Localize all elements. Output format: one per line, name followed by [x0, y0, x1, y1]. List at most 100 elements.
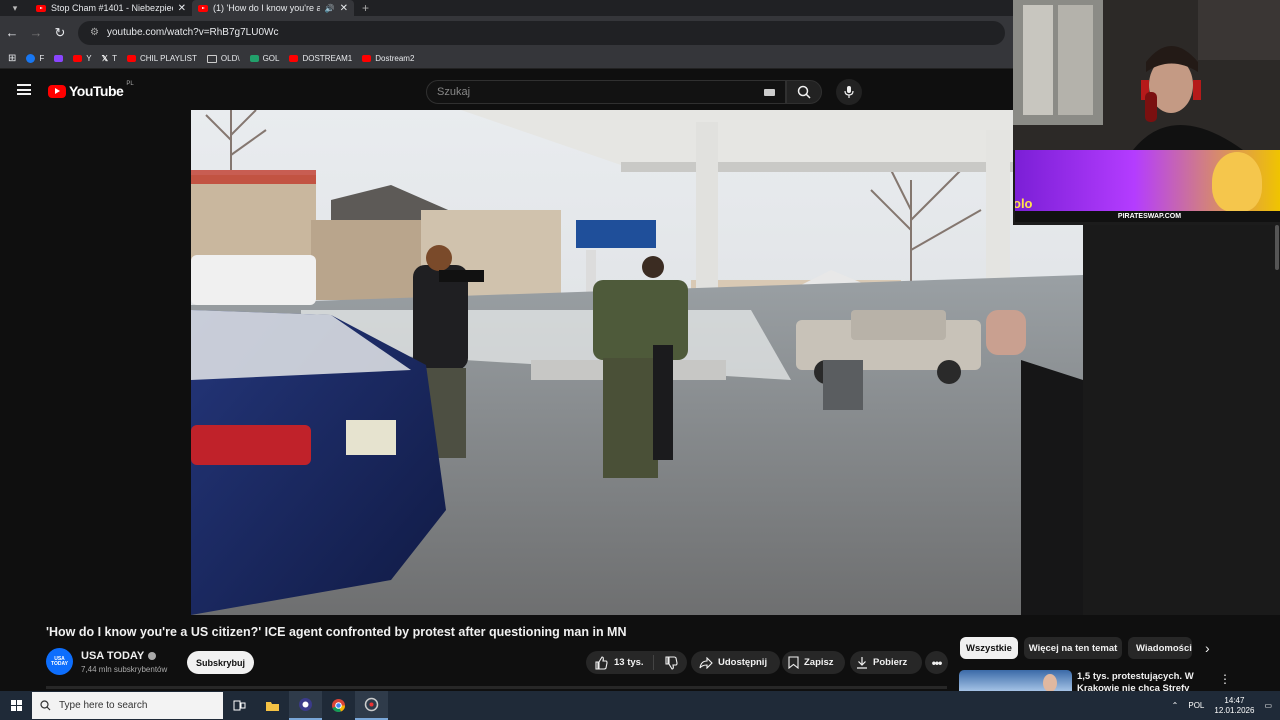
- close-tab-icon[interactable]: ✕: [340, 3, 348, 14]
- taskbar-search-box[interactable]: Type here to search: [32, 692, 223, 719]
- channel-name[interactable]: USA TODAY: [81, 650, 157, 662]
- address-bar[interactable]: ⚙ youtube.com/watch?v=RhB7g7LU0Wc: [78, 20, 1005, 45]
- subscribe-button[interactable]: Subskrybuj: [187, 651, 254, 674]
- youtube-favicon-icon: [198, 4, 208, 12]
- browser-tab-1[interactable]: Stop Cham #1401 - Niebezpiecz ✕: [30, 0, 192, 16]
- browser-toolbar: ← → ↻ ⚙ youtube.com/watch?v=RhB7g7LU0Wc: [0, 16, 1013, 49]
- like-button[interactable]: 13 tys.: [586, 655, 654, 670]
- site-info-icon[interactable]: ⚙: [90, 27, 99, 38]
- forward-button[interactable]: →: [24, 25, 48, 40]
- language-indicator[interactable]: POL: [1188, 701, 1204, 710]
- chrome-icon[interactable]: [322, 691, 355, 720]
- bookmarks-bar: ⊞ F Y 𝕏T CHIL PLAYLIST OLD\ GOL DOSTREAM…: [0, 49, 1013, 69]
- download-icon: [857, 657, 867, 669]
- search-input[interactable]: Szukaj: [426, 80, 786, 104]
- webcam-image: [1013, 0, 1280, 150]
- clock[interactable]: 14:47 12.01.2026: [1214, 696, 1254, 716]
- share-arrow-icon: [699, 656, 713, 669]
- bookmark-chil-playlist[interactable]: CHIL PLAYLIST: [126, 54, 197, 63]
- folder-icon: [206, 54, 217, 63]
- thumbnail-face-image: [1043, 674, 1057, 692]
- chevron-right-icon[interactable]: ›: [1205, 640, 1210, 656]
- bookmark-f[interactable]: F: [26, 54, 44, 63]
- tab-search-chevron-icon[interactable]: ▾: [0, 0, 30, 16]
- save-button[interactable]: Zapisz: [782, 651, 845, 674]
- chip-all[interactable]: Wszystkie: [960, 637, 1018, 659]
- share-button[interactable]: Udostępnij: [691, 651, 780, 674]
- tab-title: Stop Cham #1401 - Niebezpiecz: [51, 3, 173, 13]
- chip-more-on-topic[interactable]: Więcej na ten temat: [1024, 637, 1122, 659]
- youtube-logo[interactable]: YouTube PL: [48, 81, 134, 99]
- youtube-icon: [289, 55, 299, 62]
- youtube-icon: [362, 55, 372, 62]
- bookmark-gol[interactable]: GOL: [249, 54, 279, 63]
- youtube-favicon-icon: [36, 4, 46, 12]
- start-button[interactable]: [0, 700, 32, 711]
- windows-logo-icon: [10, 700, 22, 711]
- g-icon: [249, 55, 259, 62]
- windows-taskbar: Type here to search ⌃ POL 14:47 12.01.20…: [0, 691, 1280, 720]
- url-text: youtube.com/watch?v=RhB7g7LU0Wc: [106, 27, 279, 38]
- video-title: 'How do I know you're a US citizen?' ICE…: [46, 625, 627, 639]
- video-player[interactable]: [191, 110, 1083, 615]
- suggestion-title[interactable]: 1,5 tys. protestujących. W Krakowie nie …: [1077, 671, 1195, 693]
- thumbs-down-icon: [664, 655, 678, 670]
- suggestion-thumbnail[interactable]: [959, 670, 1072, 692]
- bookmark-dostream2[interactable]: Dostream2: [362, 54, 414, 63]
- sponsor-banner: olo PIRATESWAP.COM: [1015, 150, 1280, 222]
- system-tray: ⌃ POL 14:47 12.01.2026 ▭: [1172, 691, 1280, 720]
- new-tab-button[interactable]: +: [354, 0, 377, 16]
- obs-taskbar-icon[interactable]: [289, 691, 322, 720]
- dislike-button[interactable]: [654, 655, 687, 670]
- keyboard-icon[interactable]: [764, 89, 775, 96]
- more-vertical-icon[interactable]: ⋮: [1219, 672, 1231, 686]
- page-scrollbar[interactable]: [1275, 225, 1279, 270]
- youtube-icon: [73, 55, 83, 62]
- chip-news[interactable]: Wiadomości: [1128, 637, 1192, 659]
- search-icon: [797, 85, 811, 99]
- close-tab-icon[interactable]: ✕: [178, 3, 186, 14]
- thumbs-up-icon: [595, 655, 608, 670]
- microphone-icon: [844, 86, 854, 98]
- channel-avatar[interactable]: USA TODAY: [46, 648, 73, 675]
- streaming-app-icon[interactable]: [355, 691, 388, 720]
- sponsor-url-bar: PIRATESWAP.COM: [1015, 211, 1280, 222]
- bookmark-t[interactable]: 𝕏T: [102, 54, 117, 63]
- apps-icon[interactable]: ⊞: [8, 53, 16, 64]
- browser-tab-strip: ▾ Stop Cham #1401 - Niebezpiecz ✕ (1) 'H…: [0, 0, 1013, 16]
- voice-search-button[interactable]: [836, 79, 862, 105]
- youtube-icon: [126, 55, 136, 62]
- like-dislike-group: 13 tys.: [586, 651, 687, 674]
- video-frame-image: [191, 110, 1083, 615]
- sponsor-partial-logo: olo: [1015, 196, 1033, 211]
- more-actions-button[interactable]: •••: [925, 651, 948, 674]
- youtube-play-icon: [48, 84, 66, 98]
- browser-tab-2[interactable]: (1) 'How do I know you're a 🔊 ✕: [192, 0, 354, 16]
- twitch-icon: [54, 55, 64, 62]
- more-horizontal-icon: •••: [931, 655, 943, 670]
- notifications-icon[interactable]: ▭: [1264, 701, 1272, 710]
- bookmark-twitch[interactable]: [54, 55, 64, 62]
- file-explorer-icon[interactable]: [256, 691, 289, 720]
- description-box-edge: [46, 686, 947, 689]
- download-button[interactable]: Pobierz: [850, 651, 922, 674]
- task-view-icon[interactable]: [223, 691, 256, 720]
- secondary-column-background: [1083, 225, 1280, 615]
- hamburger-menu-icon[interactable]: [17, 84, 31, 95]
- bookmark-dostream1[interactable]: DOSTREAM1: [289, 54, 352, 63]
- stream-webcam-overlay: olo PIRATESWAP.COM: [1013, 0, 1280, 225]
- back-button[interactable]: ←: [0, 25, 24, 40]
- facebook-icon: [26, 54, 36, 63]
- bookmark-y[interactable]: Y: [73, 54, 92, 63]
- reload-button[interactable]: ↻: [48, 25, 72, 41]
- chevron-up-icon[interactable]: ⌃: [1172, 701, 1179, 710]
- bookmark-icon: [788, 656, 799, 669]
- search-button[interactable]: [786, 80, 822, 104]
- speaker-icon[interactable]: 🔊: [325, 4, 335, 13]
- youtube-header: YouTube PL Szukaj: [0, 70, 1013, 110]
- search-icon: [40, 700, 51, 711]
- tab-title: (1) 'How do I know you're a: [213, 3, 320, 13]
- bookmark-folder-old[interactable]: OLD\: [206, 54, 240, 63]
- x-icon: 𝕏: [101, 54, 109, 63]
- chicken-mascot-image: [1212, 152, 1262, 212]
